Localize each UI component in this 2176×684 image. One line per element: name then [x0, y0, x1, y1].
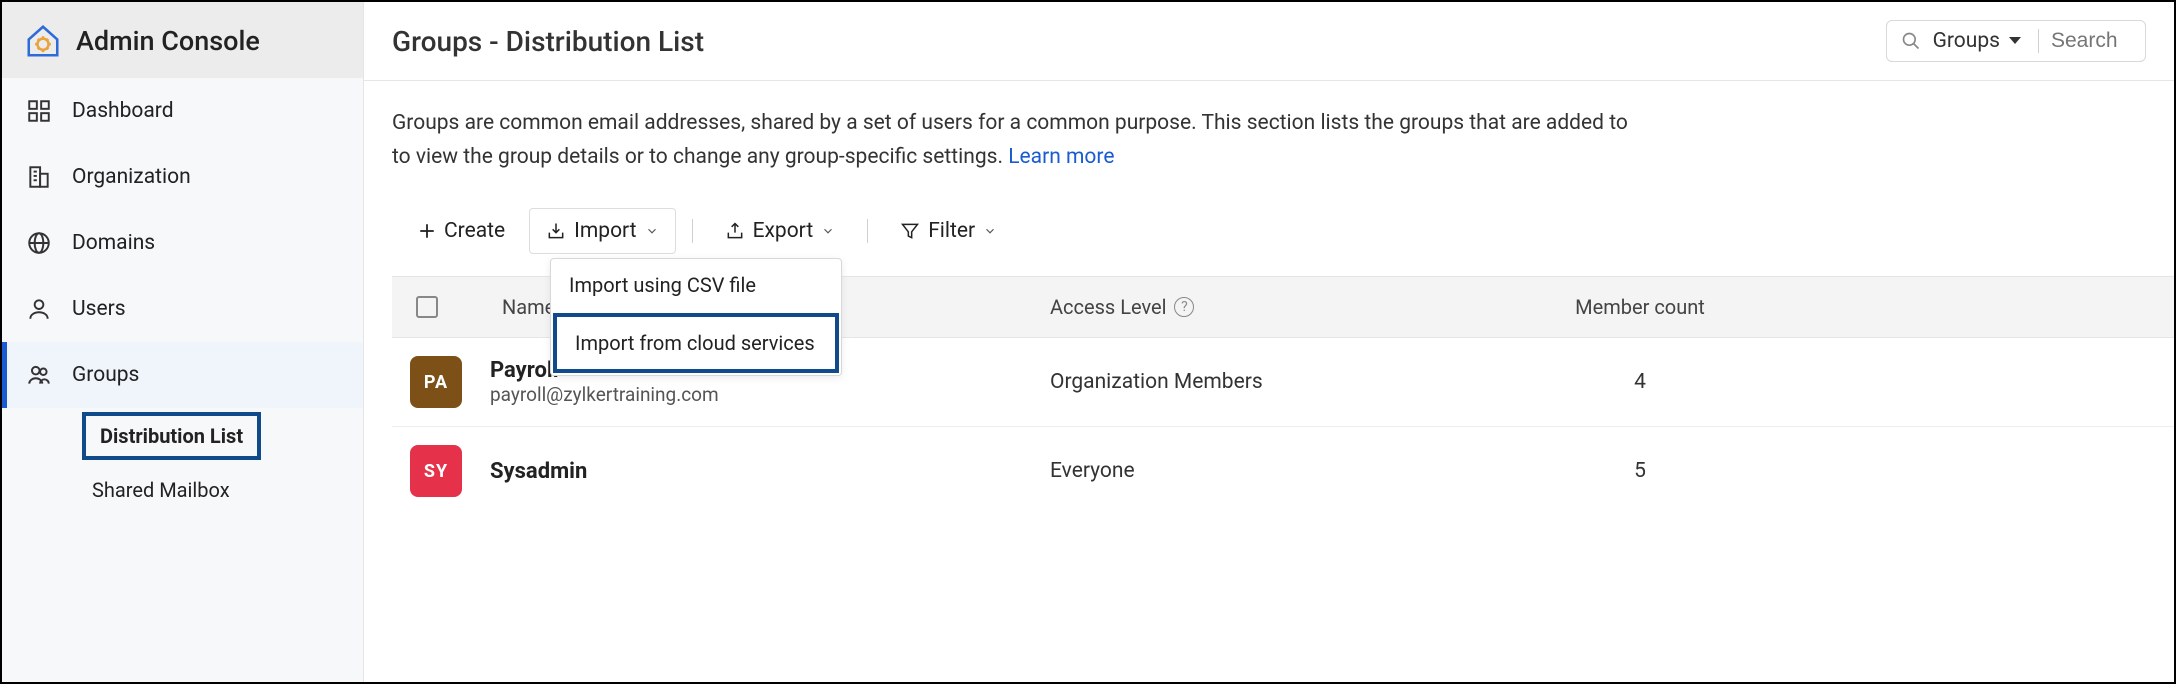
group-avatar: SY	[410, 445, 462, 497]
app-logo-icon	[24, 22, 62, 60]
help-icon[interactable]: ?	[1174, 297, 1194, 317]
sidebar-item-label: Domains	[72, 231, 155, 255]
groups-icon	[24, 362, 54, 388]
import-button[interactable]: Import	[529, 208, 675, 254]
user-icon	[24, 296, 54, 322]
subnav-shared-mailbox[interactable]: Shared Mailbox	[82, 468, 363, 512]
import-dropdown: Import using CSV file Import from cloud …	[550, 258, 842, 376]
sidebar-item-groups[interactable]: Groups	[2, 342, 363, 408]
export-icon	[725, 221, 745, 241]
subnav-distribution-list[interactable]: Distribution List	[82, 412, 261, 460]
select-all-checkbox[interactable]	[416, 296, 438, 318]
group-member-count: 4	[1460, 370, 1820, 394]
search-input[interactable]	[2051, 29, 2131, 53]
sidebar-item-label: Organization	[72, 165, 191, 189]
group-name: Sysadmin	[490, 459, 1050, 484]
table-row[interactable]: SY Sysadmin Everyone 5	[392, 427, 2174, 515]
export-button[interactable]: Export	[709, 209, 852, 253]
sidebar-header: Admin Console	[2, 2, 363, 78]
group-access: Everyone	[1050, 459, 1460, 483]
learn-more-link[interactable]: Learn more	[1008, 145, 1114, 169]
toolbar-divider	[867, 219, 868, 243]
import-csv-option[interactable]: Import using CSV file	[551, 259, 841, 311]
dashboard-icon	[24, 98, 54, 124]
group-avatar: PA	[410, 356, 462, 408]
create-button[interactable]: Create	[402, 209, 521, 253]
group-email: payroll@zylkertraining.com	[490, 383, 1050, 406]
sidebar-item-users[interactable]: Users	[2, 276, 363, 342]
caret-down-icon	[2008, 36, 2022, 46]
search-container: Groups	[1886, 20, 2146, 62]
group-access: Organization Members	[1050, 370, 1460, 394]
sidebar-item-label: Users	[72, 297, 126, 321]
groups-subnav: Distribution List Shared Mailbox	[2, 408, 363, 512]
column-header-access[interactable]: Access Level ?	[1050, 295, 1460, 319]
filter-button[interactable]: Filter	[884, 209, 1013, 253]
filter-icon	[900, 221, 920, 241]
toolbar: Create Import	[392, 208, 2174, 254]
page-title: Groups - Distribution List	[392, 25, 704, 58]
sidebar-item-label: Groups	[72, 363, 139, 387]
sidebar-item-domains[interactable]: Domains	[2, 210, 363, 276]
chevron-down-icon	[821, 224, 835, 238]
group-member-count: 5	[1460, 459, 1820, 483]
sidebar-item-dashboard[interactable]: Dashboard	[2, 78, 363, 144]
building-icon	[24, 164, 54, 190]
globe-icon	[24, 230, 54, 256]
chevron-down-icon	[983, 224, 997, 238]
page-description: Groups are common email addresses, share…	[392, 107, 2174, 174]
import-icon	[546, 221, 566, 241]
import-cloud-option[interactable]: Import from cloud services	[553, 313, 839, 373]
chevron-down-icon	[645, 224, 659, 238]
plus-icon	[418, 222, 436, 240]
main-header: Groups - Distribution List Groups	[364, 2, 2174, 81]
column-header-members[interactable]: Member count	[1460, 295, 1820, 319]
sidebar-item-organization[interactable]: Organization	[2, 144, 363, 210]
content: Groups are common email addresses, share…	[364, 81, 2174, 682]
app-title: Admin Console	[76, 25, 260, 57]
search-scope-dropdown[interactable]: Groups	[1933, 29, 2039, 53]
sidebar: Admin Console Dashboard Organization	[2, 2, 364, 682]
toolbar-divider	[692, 219, 693, 243]
sidebar-item-label: Dashboard	[72, 99, 174, 123]
main: Groups - Distribution List Groups G	[364, 2, 2174, 682]
search-icon	[1901, 31, 1921, 51]
